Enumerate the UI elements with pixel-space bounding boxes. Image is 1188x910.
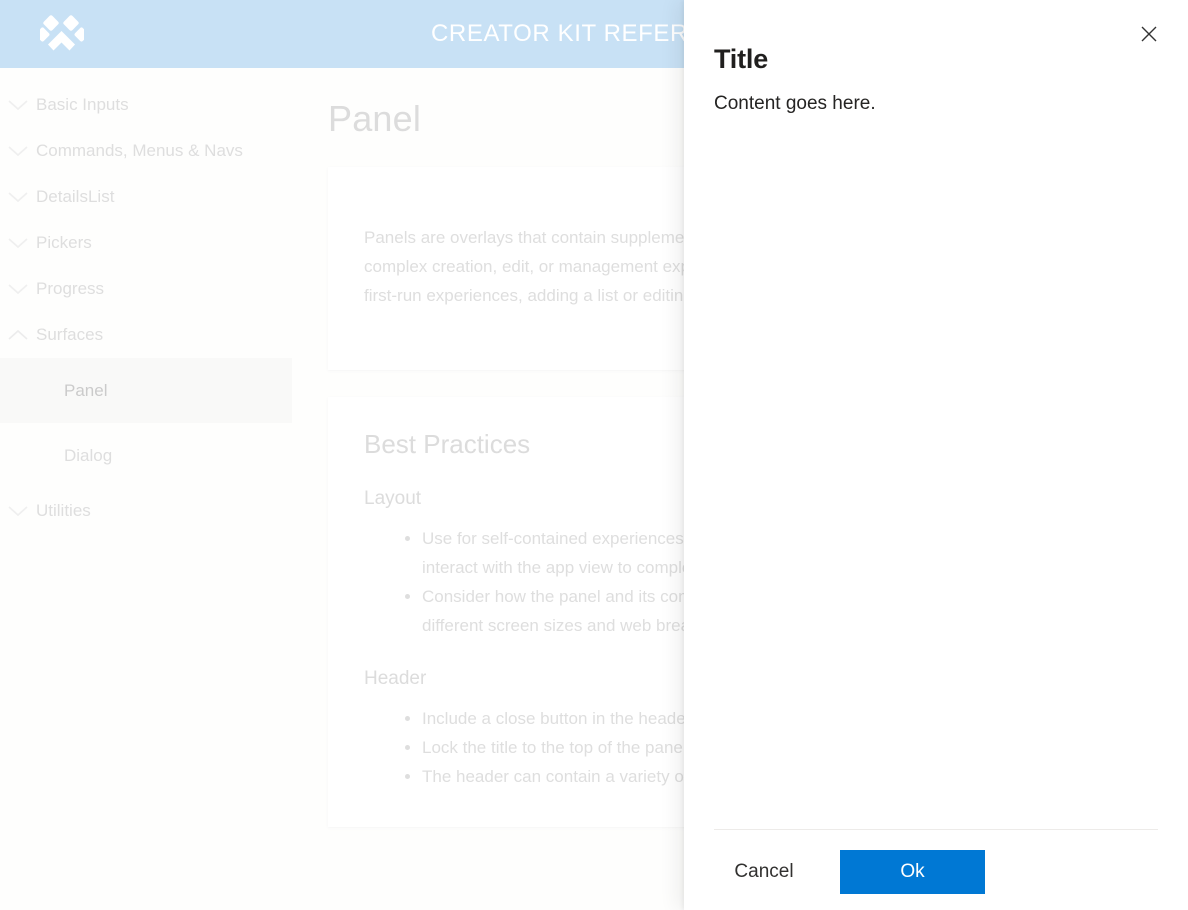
chevron-down-icon: [0, 190, 36, 204]
chevron-down-icon: [0, 144, 36, 158]
sidebar-group-pickers[interactable]: Pickers: [0, 220, 292, 266]
sidebar-group-commands-menus-navs[interactable]: Commands, Menus & Navs: [0, 128, 292, 174]
side-panel: Title Content goes here. Cancel Ok: [684, 0, 1188, 910]
sidebar-group-utilities[interactable]: Utilities: [0, 488, 292, 534]
app-root: CREATOR KIT REFERENCE Basic Inputs Comma…: [0, 0, 1188, 910]
sidebar-group-basic-inputs[interactable]: Basic Inputs: [0, 82, 292, 128]
sidebar-group-progress[interactable]: Progress: [0, 266, 292, 312]
chevron-down-icon: [0, 236, 36, 250]
sidebar-item-dialog[interactable]: Dialog: [0, 423, 292, 488]
chevron-down-icon: [0, 98, 36, 112]
sidebar-group-detailslist[interactable]: DetailsList: [0, 174, 292, 220]
sidebar-item-label: Panel: [64, 380, 108, 400]
chevron-down-icon: [0, 282, 36, 296]
sidebar-group-surfaces[interactable]: Surfaces: [0, 312, 292, 358]
panel-header: Title: [684, 0, 1188, 75]
sidebar-item-panel[interactable]: Panel: [0, 358, 292, 423]
sidebar-group-label: Pickers: [36, 233, 92, 253]
chevron-up-icon: [0, 328, 36, 342]
sidebar-group-label: Basic Inputs: [36, 95, 129, 115]
panel-content-text: Content goes here.: [714, 93, 876, 114]
panel-title: Title: [714, 44, 769, 74]
ok-button[interactable]: Ok: [840, 850, 985, 894]
close-x-icon[interactable]: [1128, 14, 1170, 54]
chevron-down-icon: [0, 504, 36, 518]
cancel-button[interactable]: Cancel: [714, 850, 814, 894]
sidebar-nav: Basic Inputs Commands, Menus & Navs Deta…: [0, 68, 292, 910]
sidebar-group-label: Commands, Menus & Navs: [36, 141, 243, 161]
sidebar-item-label: Dialog: [64, 445, 113, 465]
sidebar-group-label: Utilities: [36, 501, 91, 521]
panel-body: Content goes here.: [684, 75, 1188, 829]
sidebar-group-label: DetailsList: [36, 187, 115, 207]
sidebar-group-label: Surfaces: [36, 325, 104, 345]
panel-footer: Cancel Ok: [714, 829, 1158, 910]
sidebar-group-label: Progress: [36, 279, 105, 299]
